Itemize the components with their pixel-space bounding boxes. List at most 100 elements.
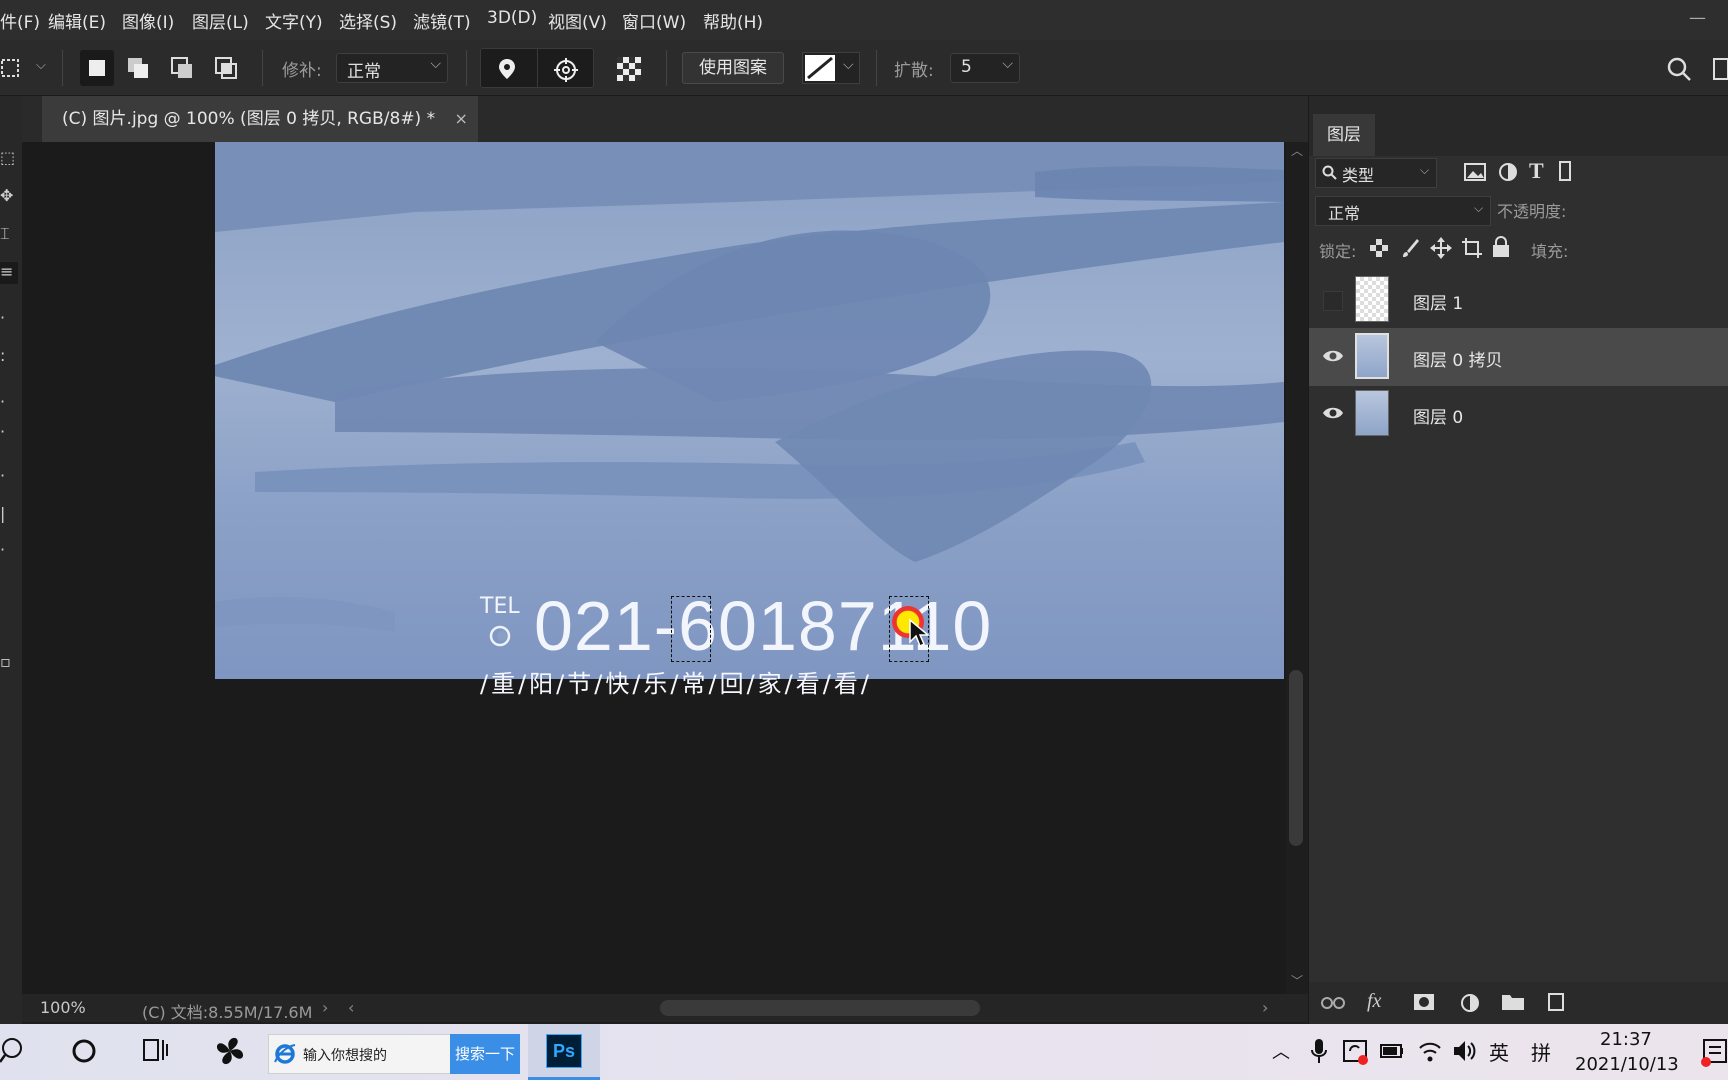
scroll-left-icon[interactable]: ‹ — [348, 998, 354, 1017]
wifi-icon[interactable] — [1418, 1038, 1442, 1064]
eraser-tool-icon[interactable]: · — [0, 392, 18, 414]
pen-tool-icon[interactable]: · — [0, 466, 18, 488]
lock-position-move-icon[interactable] — [1429, 236, 1453, 260]
path-select-tool-icon[interactable]: · — [0, 540, 18, 562]
menu-layer[interactable]: 图层(L) — [192, 8, 249, 33]
search-icon[interactable] — [0, 1036, 26, 1066]
menu-image[interactable]: 图像(I) — [122, 8, 174, 33]
volume-icon[interactable] — [1452, 1038, 1478, 1064]
layer-row[interactable]: 图层 0 — [1309, 385, 1728, 443]
add-selection-icon — [128, 58, 148, 78]
lock-transparent-icon[interactable] — [1369, 238, 1389, 258]
pinwheel-app-icon[interactable] — [212, 1032, 248, 1070]
add-mask-icon[interactable] — [1413, 992, 1435, 1012]
tray-overflow-icon[interactable]: ︿ — [1272, 1038, 1290, 1064]
brush-tool-icon[interactable]: · — [0, 308, 18, 330]
document-tab[interactable]: (C) 图片.jpg @ 100% (图层 0 拷贝, RGB/8#) * × — [42, 96, 478, 142]
clone-tool-icon[interactable]: : — [0, 346, 18, 368]
blend-mode-select[interactable]: 正常 ⌵ — [1315, 196, 1491, 226]
clock-date[interactable]: 2021/10/13 — [1575, 1054, 1679, 1075]
adjustment-filter-icon[interactable] — [1497, 161, 1519, 183]
patch-label: 修补: — [282, 61, 322, 81]
sync-icon[interactable] — [1342, 1038, 1370, 1066]
tool-preset-chevron-icon[interactable]: ⌵ — [36, 58, 46, 73]
location-pin-icon[interactable] — [495, 57, 519, 81]
layer-row-selected[interactable]: 图层 0 拷贝 — [1309, 328, 1728, 386]
menu-file[interactable]: 件(F) — [0, 8, 40, 33]
group-folder-icon[interactable] — [1501, 992, 1525, 1012]
browser-search-input[interactable]: 输入你想搜的 — [268, 1034, 452, 1074]
type-filter-icon[interactable]: T — [1529, 158, 1544, 184]
menu-edit[interactable]: 编辑(E) — [48, 8, 106, 33]
vertical-scrollbar[interactable]: ︿ ﹀ — [1286, 142, 1308, 994]
patch-mode-select[interactable]: 正常 ⌵ — [336, 53, 448, 83]
type-tool-icon[interactable]: | — [0, 504, 18, 526]
search-button[interactable]: 搜索一下 — [450, 1034, 520, 1074]
gradient-tool-icon[interactable]: · — [0, 422, 18, 444]
visibility-toggle-off[interactable] — [1323, 291, 1343, 311]
vertical-scroll-thumb[interactable] — [1289, 670, 1303, 846]
pattern-swatch-icon — [805, 55, 835, 81]
intersect-selection-button[interactable] — [210, 50, 244, 86]
adjustment-layer-icon[interactable] — [1459, 992, 1481, 1014]
scroll-right-icon[interactable]: › — [1262, 998, 1268, 1017]
menu-window[interactable]: 窗口(W) — [622, 8, 686, 33]
search-icon[interactable] — [1666, 56, 1692, 82]
lock-pixels-brush-icon[interactable] — [1399, 237, 1421, 259]
patch-tool-active-icon[interactable]: ≡ — [0, 262, 18, 284]
layer-row[interactable]: 图层 1 — [1309, 271, 1728, 329]
menu-3d[interactable]: 3D(D) — [487, 8, 537, 28]
lock-all-icon[interactable] — [1491, 236, 1511, 258]
menu-type[interactable]: 文字(Y) — [265, 8, 323, 33]
lock-artboard-icon[interactable] — [1461, 237, 1483, 259]
diffusion-input[interactable]: 5 ⌵ — [950, 53, 1020, 83]
fx-icon[interactable]: fx — [1367, 990, 1381, 1013]
eye-icon[interactable] — [1321, 346, 1345, 366]
search-placeholder: 输入你想搜的 — [303, 1048, 387, 1064]
clock-time[interactable]: 21:37 — [1600, 1029, 1652, 1050]
new-selection-button[interactable] — [80, 50, 114, 86]
task-view-icon[interactable] — [142, 1036, 170, 1066]
document-info[interactable]: (C) 文档:8.55M/17.6M — [142, 999, 312, 1023]
menu-filter[interactable]: 滤镜(T) — [413, 8, 471, 33]
close-tab-icon[interactable]: × — [455, 109, 468, 128]
ime-language[interactable]: 英 — [1489, 1037, 1509, 1066]
menu-select[interactable]: 选择(S) — [339, 8, 397, 33]
battery-icon[interactable] — [1380, 1040, 1404, 1062]
tab-layers[interactable]: 图层 — [1313, 114, 1375, 156]
workspace-icon[interactable] — [1712, 56, 1728, 82]
microphone-icon[interactable] — [1310, 1038, 1328, 1064]
add-selection-button[interactable] — [122, 50, 156, 86]
shape-filter-icon[interactable] — [1559, 160, 1571, 182]
menu-view[interactable]: 视图(V) — [548, 8, 607, 33]
eye-icon[interactable] — [1321, 403, 1345, 423]
notification-icon[interactable] — [1700, 1038, 1728, 1068]
crop-tool-icon[interactable]: ⌶ — [0, 224, 18, 246]
screen-mode-icon[interactable]: ▫ — [0, 652, 18, 674]
image-filter-icon[interactable] — [1464, 162, 1486, 182]
pattern-picker[interactable]: ⌵ — [802, 52, 860, 84]
patch-tool-icon[interactable] — [0, 56, 24, 80]
search-icon — [1322, 165, 1337, 180]
ime-mode[interactable]: 拼 — [1531, 1037, 1551, 1066]
minimize-icon[interactable]: — — [1689, 8, 1706, 28]
scroll-up-icon[interactable]: ︿ — [1291, 142, 1303, 159]
use-pattern-button[interactable]: 使用图案 — [682, 52, 784, 84]
horizontal-scroll-thumb[interactable] — [660, 1000, 980, 1016]
link-layers-icon[interactable] — [1321, 994, 1345, 1012]
target-icon[interactable] — [553, 57, 579, 83]
cortana-icon[interactable] — [70, 1036, 98, 1066]
selection-marquee[interactable] — [671, 596, 711, 662]
layer-filter-select[interactable]: 类型 ⌵ — [1315, 158, 1437, 188]
move-tool-icon[interactable]: ✥ — [0, 186, 18, 208]
subtract-selection-button[interactable] — [166, 50, 200, 86]
chevron-right-icon[interactable]: › — [322, 998, 328, 1017]
zoom-level[interactable]: 100% — [40, 998, 86, 1017]
scroll-down-icon[interactable]: ﹀ — [1291, 972, 1303, 989]
photoshop-taskbar-button[interactable]: Ps — [528, 1024, 600, 1080]
menu-help[interactable]: 帮助(H) — [703, 8, 763, 33]
new-layer-icon[interactable] — [1547, 992, 1567, 1012]
marquee-tool-icon[interactable]: ⬚ — [0, 148, 18, 170]
layer-name: 图层 1 — [1413, 294, 1464, 314]
transparent-icon[interactable] — [616, 56, 642, 82]
